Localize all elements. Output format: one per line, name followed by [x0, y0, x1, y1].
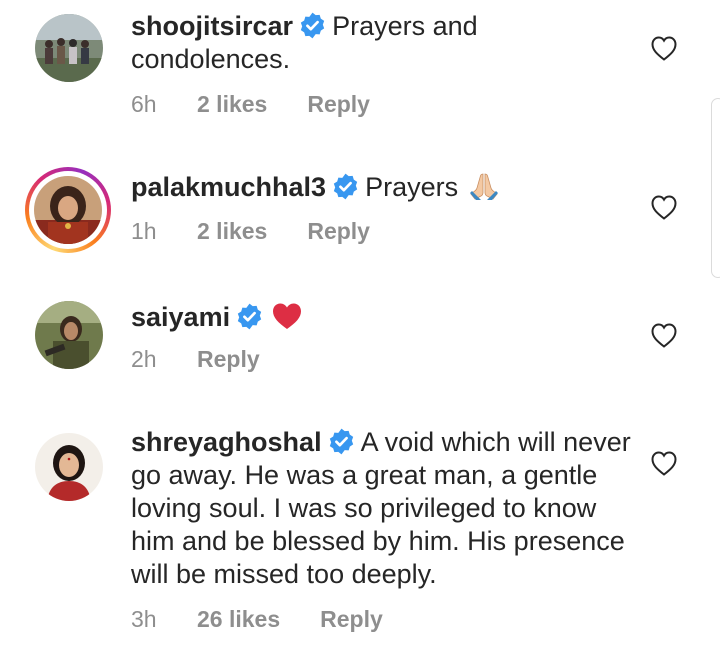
avatar[interactable]: [34, 176, 102, 244]
folded-hands-icon: [470, 173, 499, 200]
comment-timestamp: 1h: [131, 218, 157, 244]
avatar[interactable]: [35, 433, 103, 501]
comment-meta: 1h 2 likes Reply: [131, 218, 370, 245]
comment-meta: 6h 2 likes Reply: [131, 91, 370, 118]
avatar[interactable]: [35, 14, 103, 82]
comment-text-block: shoojitsircar Prayers and condolences.: [131, 10, 631, 76]
comment-timestamp: 2h: [131, 346, 157, 372]
comment-likes-link[interactable]: 2 likes: [197, 91, 267, 118]
story-ring[interactable]: [25, 167, 111, 253]
comment-text-block: shreyaghoshal A void which will never go …: [131, 426, 631, 591]
comment-timestamp: 6h: [131, 91, 157, 117]
scrollbar[interactable]: [711, 98, 720, 278]
red-heart-icon: [273, 303, 302, 329]
comment-meta: 3h 26 likes Reply: [131, 606, 383, 633]
verified-badge-icon: [300, 12, 325, 39]
comment-username[interactable]: palakmuchhal3: [131, 172, 326, 202]
like-heart-icon[interactable]: [650, 35, 678, 61]
comment-text: Prayers: [365, 172, 459, 202]
like-heart-icon[interactable]: [650, 450, 678, 476]
reply-button[interactable]: Reply: [197, 346, 260, 373]
avatar[interactable]: [35, 301, 103, 369]
comment-username[interactable]: shoojitsircar: [131, 11, 293, 41]
comment-likes-link[interactable]: 26 likes: [197, 606, 280, 633]
comment-timestamp: 3h: [131, 606, 157, 632]
reply-button[interactable]: Reply: [307, 91, 370, 118]
comment-item: shoojitsircar Prayers and condolences. 6h…: [0, 0, 700, 130]
comment-text-block: palakmuchhal3 Prayers: [131, 171, 631, 204]
comment-item: saiyami 2h Reply: [0, 290, 700, 400]
verified-badge-icon: [329, 428, 353, 455]
comment-item: palakmuchhal3 Prayers 1h 2 likes Reply: [0, 160, 700, 270]
comment-likes-link[interactable]: 2 likes: [197, 218, 267, 245]
like-heart-icon[interactable]: [650, 322, 678, 348]
verified-badge-icon: [333, 173, 358, 200]
reply-button[interactable]: Reply: [307, 218, 370, 245]
comment-username[interactable]: shreyaghoshal: [131, 427, 322, 457]
comment-username[interactable]: saiyami: [131, 302, 230, 332]
comment-text-block: saiyami: [131, 301, 631, 334]
verified-badge-icon: [237, 303, 262, 330]
reply-button[interactable]: Reply: [320, 606, 383, 633]
comment-meta: 2h Reply: [131, 346, 260, 373]
comment-item: shreyaghoshal A void which will never go …: [0, 415, 700, 651]
like-heart-icon[interactable]: [650, 194, 678, 220]
